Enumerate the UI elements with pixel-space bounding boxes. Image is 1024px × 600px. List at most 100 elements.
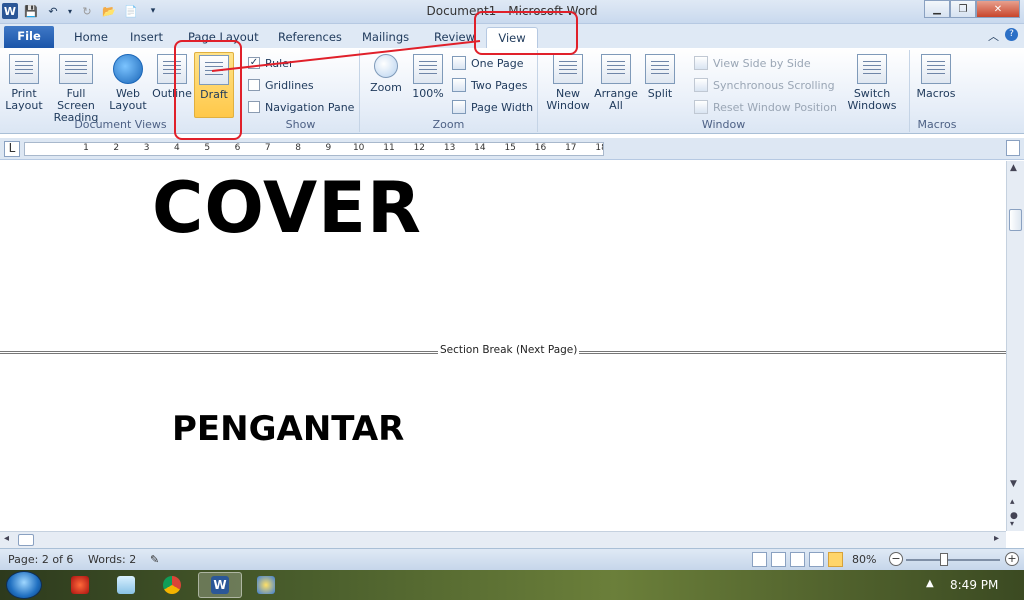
group-window: New Window Arrange All Split View Side b… xyxy=(538,50,910,132)
scroll-down-icon[interactable]: ▼ xyxy=(1010,479,1017,489)
tab-home[interactable]: Home xyxy=(64,27,118,48)
ruler-number: 10 xyxy=(352,143,365,153)
restore-button[interactable]: ❐ xyxy=(950,0,976,18)
draft-view-icon[interactable] xyxy=(828,552,843,567)
new-window-icon xyxy=(553,54,583,84)
zoom-level[interactable]: 80% xyxy=(852,553,876,566)
group-zoom: Zoom 100% One Page Two Pages Page Width … xyxy=(360,50,538,132)
ruler-checkbox[interactable]: ✓ Ruler xyxy=(248,54,293,72)
ruler-number: 4 xyxy=(174,143,180,153)
reset-window-position-icon xyxy=(694,100,708,114)
ruler-number: 14 xyxy=(474,143,486,153)
word-count[interactable]: Words: 2 xyxy=(88,553,136,566)
view-ruler-icon[interactable] xyxy=(1006,140,1020,156)
taskbar-chrome[interactable] xyxy=(150,572,194,598)
two-pages-button[interactable]: Two Pages xyxy=(452,76,527,94)
reset-window-position-button[interactable]: Reset Window Position xyxy=(694,98,837,116)
ruler-number: 18 xyxy=(595,143,603,153)
page-width-button[interactable]: Page Width xyxy=(452,98,533,116)
ruler-number: 12 xyxy=(413,143,426,153)
notepad-icon xyxy=(117,576,135,594)
zoom-in-icon[interactable]: + xyxy=(1005,552,1019,566)
group-label-macros: Macros xyxy=(917,118,957,131)
scroll-right-icon[interactable]: ▸ xyxy=(994,533,999,544)
tab-references[interactable]: References xyxy=(268,27,352,48)
close-button[interactable]: ✕ xyxy=(976,0,1020,18)
scroll-up-icon[interactable]: ▲ xyxy=(1010,163,1017,173)
print-layout-button[interactable]: Print Layout xyxy=(2,52,46,114)
synchronous-scrolling-icon xyxy=(694,78,708,92)
print-layout-icon xyxy=(9,54,39,84)
horizontal-scrollbar[interactable]: ◂ ▸ xyxy=(0,531,1006,548)
one-page-icon xyxy=(452,56,466,70)
view-side-by-side-button[interactable]: View Side by Side xyxy=(694,54,811,72)
page-width-icon xyxy=(452,100,466,114)
clock[interactable]: 8:49 PM xyxy=(950,578,998,592)
zoom-button[interactable]: Zoom xyxy=(364,52,408,114)
print-layout-view-icon[interactable] xyxy=(752,552,767,567)
web-layout-view-icon[interactable] xyxy=(790,552,805,567)
tab-insert[interactable]: Insert xyxy=(120,27,173,48)
ribbon-controls: ︿ ? xyxy=(988,28,1018,44)
ruler-number: 9 xyxy=(325,143,332,153)
split-icon xyxy=(645,54,675,84)
page-indicator[interactable]: Page: 2 of 6 xyxy=(8,553,73,566)
outline-view-icon[interactable] xyxy=(809,552,824,567)
minimize-ribbon-icon[interactable]: ︿ xyxy=(988,28,999,44)
tab-mailings[interactable]: Mailings xyxy=(352,27,419,48)
vertical-scroll-thumb[interactable] xyxy=(1009,209,1022,231)
show-hidden-icons-icon[interactable]: ▲ xyxy=(926,578,934,589)
minimize-button[interactable]: ▁ xyxy=(924,0,950,18)
heading-pengantar: PENGANTAR xyxy=(172,409,405,449)
scroll-left-icon[interactable]: ◂ xyxy=(4,533,9,544)
annotation-view-tab-highlight xyxy=(474,11,578,55)
tab-file[interactable]: File xyxy=(4,26,54,48)
group-label-zoom: Zoom xyxy=(432,118,465,131)
annotation-draft-highlight xyxy=(174,40,242,140)
web-layout-button[interactable]: Web Layout xyxy=(106,52,150,114)
taskbar-word[interactable]: W xyxy=(198,572,242,598)
ruler-number: 1 xyxy=(83,143,89,153)
split-button[interactable]: Split xyxy=(638,52,682,114)
synchronous-scrolling-button[interactable]: Synchronous Scrolling xyxy=(694,76,835,94)
tab-selector-button[interactable]: L xyxy=(4,141,20,157)
full-screen-view-icon[interactable] xyxy=(771,552,786,567)
word-icon: W xyxy=(211,576,229,594)
new-window-button[interactable]: New Window xyxy=(544,52,592,114)
ruler-number: 2 xyxy=(113,143,120,153)
taskbar-notepad[interactable] xyxy=(104,572,148,598)
help-icon[interactable]: ? xyxy=(1005,28,1018,41)
previous-page-icon[interactable]: ▴ xyxy=(1010,497,1015,507)
app-icon xyxy=(71,576,89,594)
start-button[interactable] xyxy=(6,571,42,599)
taskbar-app-1[interactable] xyxy=(58,572,102,598)
zoom-slider[interactable] xyxy=(906,553,1000,566)
zoom-slider-thumb[interactable] xyxy=(940,553,948,566)
ruler-number: 5 xyxy=(204,143,211,153)
next-page-icon[interactable]: ▾ xyxy=(1010,519,1014,528)
taskbar-paint[interactable] xyxy=(244,572,288,598)
zoom-100-button[interactable]: 100% xyxy=(406,52,450,114)
arrange-all-button[interactable]: Arrange All xyxy=(592,52,640,114)
one-page-button[interactable]: One Page xyxy=(452,54,524,72)
ruler-scale[interactable]: 12345678910111213141516171819 xyxy=(24,142,604,156)
vertical-scrollbar[interactable]: ▲ ▼ ▴ ● ▾ xyxy=(1006,161,1024,531)
horizontal-scroll-thumb[interactable] xyxy=(18,534,34,546)
full-screen-reading-button[interactable]: Full Screen Reading xyxy=(48,52,104,124)
group-macros: Macros Macros xyxy=(910,50,964,132)
window-controls: ▁ ❐ ✕ xyxy=(924,0,1020,18)
arrange-all-icon xyxy=(601,54,631,84)
checkbox-unchecked-icon xyxy=(248,79,260,91)
ruler-number: 8 xyxy=(295,143,301,153)
proofing-icon[interactable]: ✎ xyxy=(150,553,159,566)
document-area[interactable]: COVER Section Break (Next Page) PENGANTA… xyxy=(0,161,1006,531)
heading-cover: COVER xyxy=(152,167,422,249)
switch-windows-button[interactable]: Switch Windows xyxy=(842,52,902,114)
navigation-pane-checkbox[interactable]: Navigation Pane xyxy=(248,98,354,116)
gridlines-checkbox[interactable]: Gridlines xyxy=(248,76,314,94)
magnifier-icon xyxy=(374,54,398,78)
switch-windows-icon xyxy=(857,54,887,84)
paint-icon xyxy=(257,576,275,594)
zoom-out-icon[interactable]: − xyxy=(889,552,903,566)
macros-button[interactable]: Macros xyxy=(914,52,958,114)
